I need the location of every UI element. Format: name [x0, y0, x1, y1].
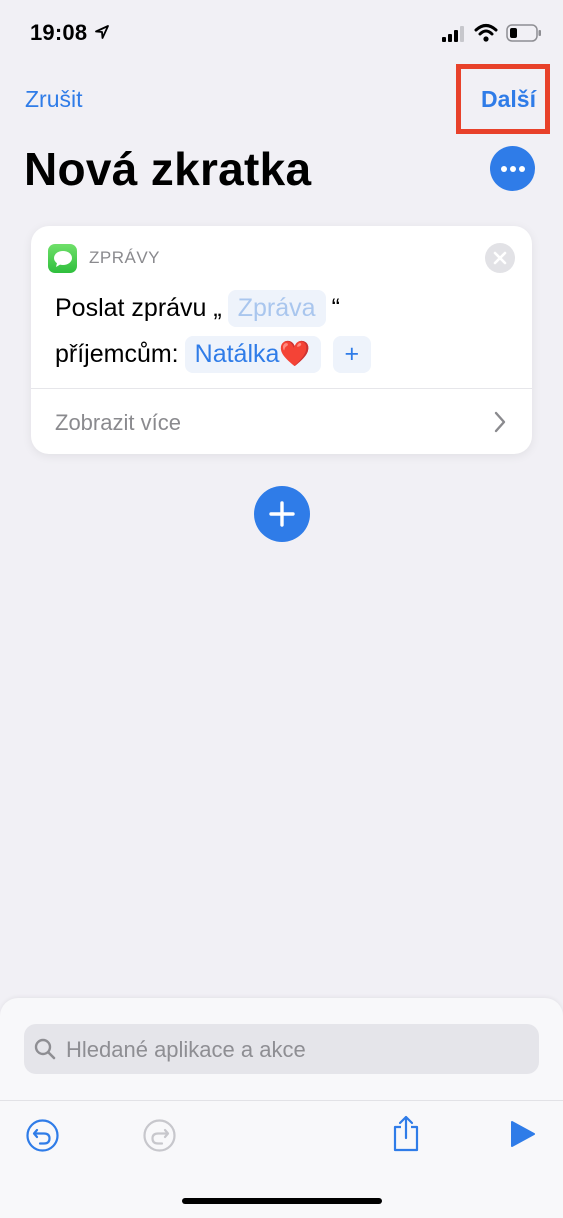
page-title: Nová zkratka	[24, 143, 312, 195]
cancel-button[interactable]: Zrušit	[25, 86, 83, 113]
chevron-right-icon[interactable]	[493, 410, 507, 434]
card-divider	[31, 388, 532, 389]
recipient-token[interactable]: Natálka❤️	[184, 335, 321, 373]
battery-icon	[506, 24, 541, 42]
location-arrow-icon	[95, 25, 109, 39]
close-icon	[493, 251, 507, 265]
toolbar-divider	[0, 1100, 563, 1101]
add-recipient-button[interactable]: +	[332, 335, 372, 373]
redo-icon[interactable]	[143, 1119, 176, 1152]
status-time: 19:08	[30, 20, 88, 45]
actions-bottom-sheet: Hledané aplikace a akce	[0, 998, 563, 1218]
wifi-icon	[474, 24, 498, 42]
share-icon[interactable]	[390, 1114, 422, 1152]
action-text-line-1: Poslat zprávu „ Zpráva “	[55, 288, 340, 328]
action-text-prefix: Poslat zprávu „	[55, 293, 222, 322]
show-more-link[interactable]: Zobrazit více	[55, 410, 181, 436]
message-parameter[interactable]: Zpráva	[227, 289, 326, 327]
cellular-signal-icon	[442, 26, 464, 42]
ellipsis-icon	[500, 165, 525, 172]
recipients-label: příjemcům:	[55, 339, 179, 368]
more-options-button[interactable]	[490, 146, 535, 191]
search-input[interactable]: Hledané aplikace a akce	[24, 1024, 539, 1074]
remove-action-button[interactable]	[485, 243, 515, 273]
send-message-action-card: ZPRÁVY Poslat zprávu „ Zpráva “ příjemců…	[31, 226, 532, 454]
messages-app-icon	[48, 244, 77, 273]
undo-icon[interactable]	[26, 1119, 59, 1152]
plus-icon	[269, 501, 295, 527]
home-indicator	[182, 1198, 382, 1204]
action-app-name: ZPRÁVY	[89, 248, 161, 267]
search-icon	[34, 1038, 56, 1060]
action-text-quote-close: “	[331, 293, 340, 322]
action-text-line-2: příjemcům: Natálka❤️ +	[55, 334, 377, 374]
highlight-frame	[456, 64, 550, 134]
add-action-button[interactable]	[254, 486, 310, 542]
play-icon[interactable]	[510, 1120, 536, 1148]
search-placeholder: Hledané aplikace a akce	[66, 1037, 306, 1062]
